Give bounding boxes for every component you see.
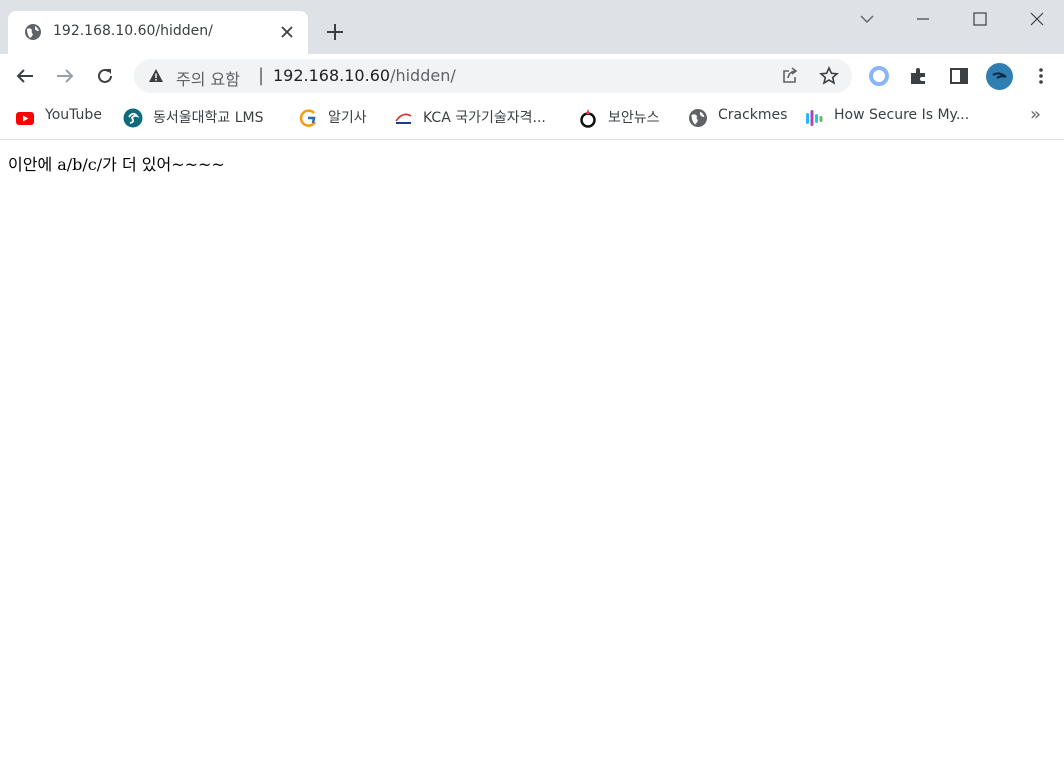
bookmark-label: KCA 국가기술자격... xyxy=(423,110,546,126)
hsim-icon xyxy=(806,110,823,126)
side-panel-icon[interactable] xyxy=(948,65,970,87)
tab-search-icon[interactable] xyxy=(856,8,878,30)
page-body-text: 이안에 a/b/c/가 더 있어~~~~ xyxy=(8,155,225,174)
extensions-puzzle-icon[interactable] xyxy=(908,65,930,87)
tab-title: 192.168.10.60/hidden/ xyxy=(53,23,213,39)
security-status[interactable]: 주의 요함 xyxy=(176,66,240,90)
youtube-icon xyxy=(16,112,34,125)
profile-picture-icon xyxy=(992,72,1007,79)
close-tab-icon[interactable] xyxy=(278,23,296,41)
menu-kebab-icon[interactable] xyxy=(1030,65,1052,87)
active-tab[interactable]: 192.168.10.60/hidden/ xyxy=(8,11,308,54)
profile-avatar[interactable] xyxy=(986,63,1013,90)
toolbar: 주의 요함 | 192.168.10.60/hidden/ xyxy=(0,54,1064,98)
url-text[interactable]: 192.168.10.60/hidden/ xyxy=(273,66,456,85)
bookmark-label: How Secure Is My... xyxy=(834,107,970,123)
back-icon[interactable] xyxy=(14,65,36,87)
bookmark-label: YouTube xyxy=(45,107,102,123)
security-separator: | xyxy=(258,65,265,86)
bookmark-label: Crackmes xyxy=(718,107,788,123)
dsu-icon xyxy=(123,108,143,128)
minimize-icon[interactable] xyxy=(912,8,934,30)
reload-icon[interactable] xyxy=(94,65,116,87)
url-host: 192.168.10.60 xyxy=(273,66,391,85)
url-path: /hidden/ xyxy=(390,66,456,85)
share-icon[interactable] xyxy=(780,66,800,86)
warning-icon[interactable] xyxy=(148,68,164,84)
title-bar: 192.168.10.60/hidden/ xyxy=(0,0,1064,54)
bookmark-label: 동서울대학교 LMS xyxy=(153,110,264,126)
globe-icon xyxy=(25,24,41,40)
forward-icon[interactable] xyxy=(54,65,76,87)
bookmarks-overflow-button[interactable]: » xyxy=(1030,104,1041,125)
boannews-icon xyxy=(580,109,596,128)
globe-icon xyxy=(689,109,707,127)
bookmark-label: 보안뉴스 xyxy=(608,110,660,126)
page-content: 이안에 a/b/c/가 더 있어~~~~ xyxy=(0,140,1064,773)
extension-circle-icon[interactable] xyxy=(868,65,890,87)
new-tab-icon[interactable] xyxy=(324,21,346,43)
algisa-icon xyxy=(299,109,317,127)
maximize-icon[interactable] xyxy=(969,8,991,30)
close-window-icon[interactable] xyxy=(1026,8,1048,30)
kca-icon xyxy=(395,113,412,124)
address-bar[interactable]: 주의 요함 | 192.168.10.60/hidden/ xyxy=(134,59,852,93)
bookmark-star-icon[interactable] xyxy=(819,66,839,86)
bookmarks-bar: YouTube 동서울대학교 LMS 알기사 KCA 국가기술자격... 보안뉴… xyxy=(0,98,1064,140)
bookmark-label: 알기사 xyxy=(328,110,367,126)
